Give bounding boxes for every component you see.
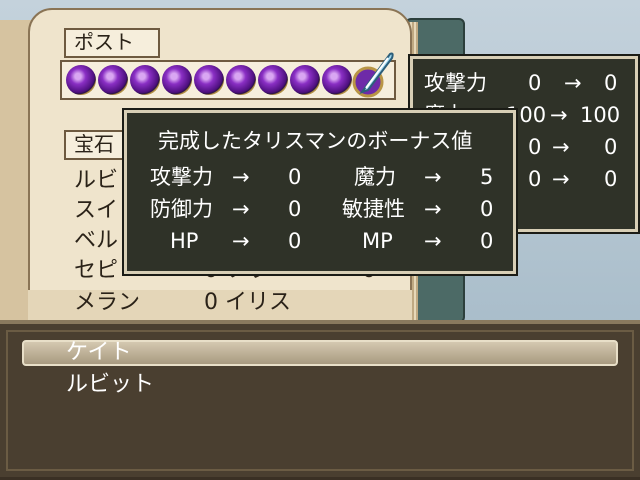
gem-list-item[interactable]: メラン bbox=[74, 288, 140, 318]
purple-gem-icon[interactable] bbox=[66, 65, 96, 95]
stat-label: 攻撃力 bbox=[424, 71, 487, 95]
arrow: → bbox=[232, 229, 250, 253]
bonus-value: 0 bbox=[480, 229, 494, 253]
purple-gem-icon[interactable] bbox=[322, 65, 352, 95]
talisman-slot-row bbox=[60, 60, 396, 100]
arrow: → bbox=[564, 71, 582, 95]
bonus-value: 0 bbox=[480, 197, 494, 221]
purple-gem-icon[interactable] bbox=[258, 65, 288, 95]
purple-gem-icon[interactable] bbox=[290, 65, 320, 95]
gem-list-item[interactable]: セピ bbox=[74, 256, 118, 286]
arrow: → bbox=[424, 229, 442, 253]
purple-gem-icon[interactable] bbox=[194, 65, 224, 95]
stat-after: 0 bbox=[604, 71, 618, 95]
bonus-value: 0 bbox=[288, 165, 302, 189]
arrow: → bbox=[232, 165, 250, 189]
purple-gem-icon[interactable] bbox=[98, 65, 128, 95]
stat-after: 0 bbox=[604, 167, 618, 191]
character-option[interactable]: ケイト bbox=[66, 340, 132, 366]
stat-before: 0 bbox=[528, 167, 542, 191]
arrow: → bbox=[550, 103, 568, 127]
arrow: → bbox=[552, 135, 570, 159]
bonus-label: 攻撃力 bbox=[150, 165, 213, 189]
arrow: → bbox=[552, 167, 570, 191]
purple-gem-icon[interactable] bbox=[130, 65, 160, 95]
gem-list-item[interactable]: ルビ bbox=[74, 166, 118, 196]
stat-before: 0 bbox=[528, 135, 542, 159]
bonus-label: MP bbox=[362, 229, 393, 253]
bonus-label: HP bbox=[170, 229, 199, 253]
bonus-label: 敏捷性 bbox=[342, 197, 405, 221]
bonus-window-title: 完成したタリスマンのボーナス値 bbox=[158, 129, 473, 153]
feather-quill-icon bbox=[352, 52, 394, 98]
bonus-label: 防御力 bbox=[150, 197, 213, 221]
stat-before: 0 bbox=[528, 71, 542, 95]
arrow: → bbox=[424, 165, 442, 189]
stat-after: 100 bbox=[580, 103, 621, 127]
bonus-value: 0 bbox=[288, 197, 302, 221]
gem-list-item[interactable]: 0 イリス bbox=[204, 288, 291, 318]
gem-list-item[interactable]: ベル bbox=[74, 226, 118, 256]
bonus-value: 0 bbox=[288, 229, 302, 253]
purple-gem-icon[interactable] bbox=[226, 65, 256, 95]
post-label: ポスト bbox=[64, 28, 160, 58]
arrow: → bbox=[232, 197, 250, 221]
bonus-value: 5 bbox=[480, 165, 494, 189]
bonus-label: 魔力 bbox=[354, 165, 396, 189]
character-option[interactable]: ルビット bbox=[66, 372, 154, 398]
arrow: → bbox=[424, 197, 442, 221]
gem-list-item[interactable]: スイ bbox=[74, 196, 118, 226]
purple-gem-icon[interactable] bbox=[162, 65, 192, 95]
stat-after: 0 bbox=[604, 135, 618, 159]
